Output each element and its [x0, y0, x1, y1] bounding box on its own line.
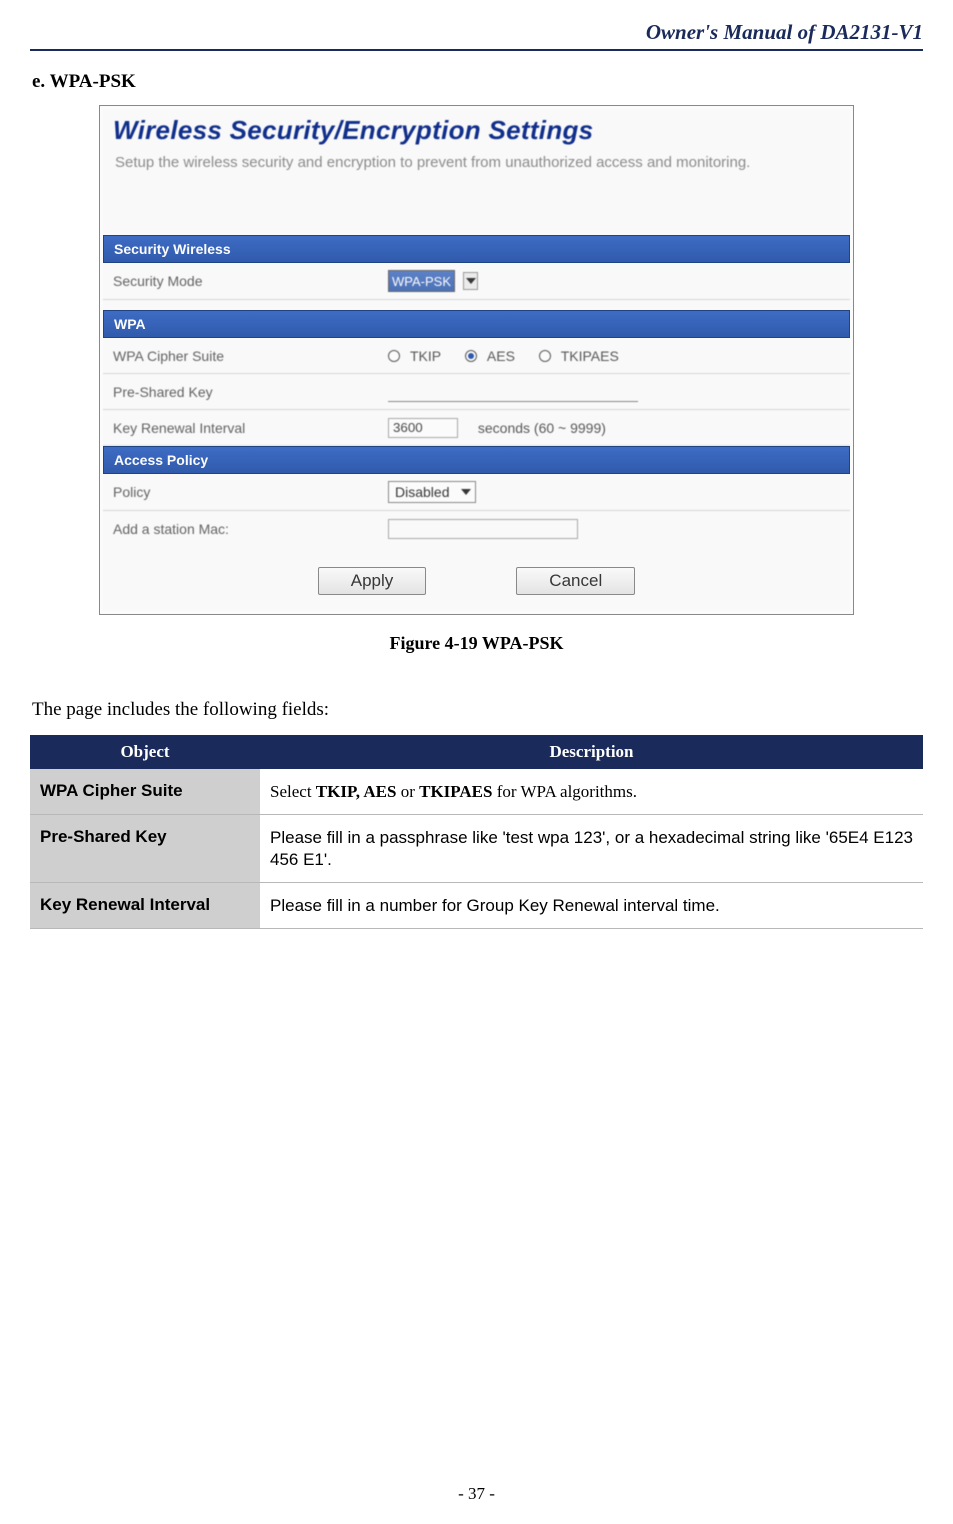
- desc-psk: Please fill in a passphrase like 'test w…: [260, 815, 923, 883]
- section-heading: e. WPA-PSK: [32, 71, 923, 93]
- dropdown-icon[interactable]: [463, 272, 478, 290]
- radio-aes[interactable]: [465, 350, 477, 362]
- label-cipher: WPA Cipher Suite: [113, 348, 388, 364]
- dropdown-icon: [461, 489, 471, 495]
- settings-screenshot: Wireless Security/Encryption Settings Se…: [99, 105, 854, 615]
- opt-aes: AES: [487, 348, 515, 364]
- doc-header: Owner's Manual of DA2131-V1: [30, 20, 923, 51]
- renewal-suffix: seconds (60 ~ 9999): [478, 420, 606, 436]
- label-policy: Policy: [113, 484, 388, 500]
- row-cipher: WPA Cipher Suite TKIP AES TKIPAES: [103, 338, 850, 374]
- apply-button[interactable]: Apply: [318, 567, 427, 595]
- psk-input[interactable]: [388, 382, 638, 402]
- label-mac: Add a station Mac:: [113, 521, 388, 537]
- table-row: WPA Cipher Suite Select TKIP, AES or TKI…: [30, 769, 923, 815]
- mac-input[interactable]: [388, 519, 578, 539]
- row-security-mode: Security Mode WPA-PSK: [103, 263, 850, 300]
- radio-tkipaes[interactable]: [539, 350, 551, 362]
- panel-title: Wireless Security/Encryption Settings: [103, 109, 850, 146]
- radio-tkip[interactable]: [388, 350, 400, 362]
- section-bar-security: Security Wireless: [103, 235, 850, 263]
- section-bar-wpa: WPA: [103, 310, 850, 338]
- section-bar-access: Access Policy: [103, 446, 850, 474]
- label-psk: Pre-Shared Key: [113, 384, 388, 400]
- panel-desc: Setup the wireless security and encrypti…: [103, 146, 850, 195]
- row-mac: Add a station Mac:: [103, 511, 850, 547]
- obj-cipher: WPA Cipher Suite: [30, 769, 260, 815]
- row-renewal: Key Renewal Interval seconds (60 ~ 9999): [103, 410, 850, 446]
- label-security-mode: Security Mode: [113, 273, 388, 289]
- policy-select[interactable]: Disabled: [388, 481, 476, 503]
- table-row: Key Renewal Interval Please fill in a nu…: [30, 882, 923, 928]
- description-table: Object Description WPA Cipher Suite Sele…: [30, 735, 923, 929]
- renewal-input[interactable]: [388, 418, 458, 438]
- desc-cipher: Select TKIP, AES or TKIPAES for WPA algo…: [260, 769, 923, 815]
- row-psk: Pre-Shared Key: [103, 374, 850, 410]
- label-renewal: Key Renewal Interval: [113, 420, 388, 436]
- th-object: Object: [30, 735, 260, 769]
- body-text: The page includes the following fields:: [32, 699, 923, 721]
- figure-caption: Figure 4-19 WPA-PSK: [30, 633, 923, 654]
- obj-renewal: Key Renewal Interval: [30, 882, 260, 928]
- row-policy: Policy Disabled: [103, 474, 850, 511]
- th-description: Description: [260, 735, 923, 769]
- security-mode-select[interactable]: WPA-PSK: [388, 270, 455, 292]
- opt-tkipaes: TKIPAES: [561, 348, 619, 364]
- opt-tkip: TKIP: [410, 348, 441, 364]
- obj-psk: Pre-Shared Key: [30, 815, 260, 883]
- desc-renewal: Please fill in a number for Group Key Re…: [260, 882, 923, 928]
- page-number: - 37 -: [0, 1484, 953, 1504]
- table-row: Pre-Shared Key Please fill in a passphra…: [30, 815, 923, 883]
- cancel-button[interactable]: Cancel: [516, 567, 635, 595]
